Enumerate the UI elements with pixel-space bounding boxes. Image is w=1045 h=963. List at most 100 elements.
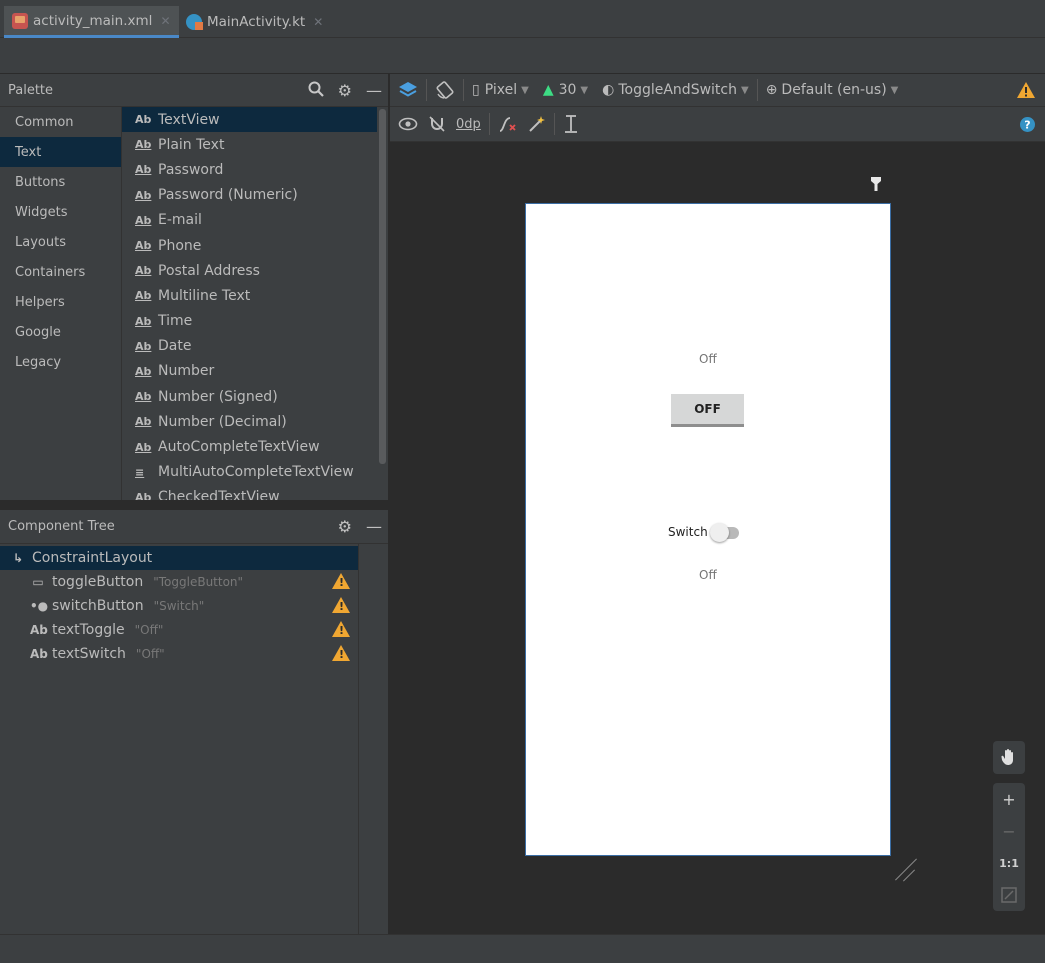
status-bar	[0, 934, 1045, 963]
palette-item-label: Phone	[158, 237, 202, 254]
resize-handle[interactable]	[893, 857, 919, 883]
minimize-icon[interactable]: —	[366, 518, 382, 535]
palette-item[interactable]: Ab Number (Signed)	[122, 384, 377, 409]
warning-icon[interactable]	[332, 621, 350, 637]
preview-text-toggle[interactable]: Off	[699, 352, 717, 366]
palette-item-label: Number (Decimal)	[158, 413, 287, 430]
palette-category-text[interactable]: Text	[0, 137, 121, 167]
preview-toggle-button[interactable]: OFF	[671, 394, 744, 427]
palette-item[interactable]: Ab Plain Text	[122, 132, 377, 157]
text-widget-icon: Ab	[135, 339, 152, 353]
tree-node-text: "Switch"	[153, 599, 205, 613]
orientation-icon[interactable]	[435, 80, 455, 100]
search-icon[interactable]	[308, 81, 324, 100]
scrollbar-thumb[interactable]	[379, 109, 386, 464]
palette-item-label: Plain Text	[158, 136, 225, 153]
zoom-in-button[interactable]: +	[993, 783, 1025, 815]
tab-main-activity[interactable]: MainActivity.kt ✕	[178, 6, 331, 38]
palette-item[interactable]: Ab Phone	[122, 233, 377, 258]
palette-category-layouts[interactable]: Layouts	[0, 227, 121, 257]
warning-icon[interactable]	[332, 645, 350, 661]
gear-icon[interactable]: ⚙	[338, 82, 352, 99]
text-widget-icon: Ab	[135, 188, 152, 202]
palette-category-containers[interactable]: Containers	[0, 257, 121, 287]
default-margin-selector[interactable]: 0dp	[456, 117, 481, 132]
palette-scrollbar[interactable]	[377, 107, 388, 500]
text-widget-icon: Ab	[135, 163, 152, 177]
infer-constraints-icon[interactable]	[528, 115, 546, 133]
palette-item-label: CheckedTextView	[158, 489, 280, 500]
device-label: Pixel	[484, 82, 518, 98]
clear-constraints-icon[interactable]	[498, 115, 518, 133]
text-view-icon: Ab	[30, 647, 48, 661]
api-label: 30	[558, 82, 577, 98]
tree-node-switch-button[interactable]: •● switchButton "Switch"	[0, 594, 358, 618]
palette-item-label: Date	[158, 338, 192, 355]
tab-label: activity_main.xml	[33, 12, 153, 29]
device-selector[interactable]: ▯ Pixel ▼	[472, 82, 529, 98]
warning-icon[interactable]	[332, 573, 350, 589]
palette-item[interactable]: Ab AutoCompleteTextView	[122, 434, 377, 459]
palette-item[interactable]: Ab CheckedTextView	[122, 485, 377, 500]
gear-icon[interactable]: ⚙	[338, 518, 352, 535]
palette-category-legacy[interactable]: Legacy	[0, 347, 121, 377]
palette-categories: Common Text Buttons Widgets Layouts Cont…	[0, 107, 121, 500]
text-widget-icon: Ab	[135, 364, 152, 378]
palette-category-common[interactable]: Common	[0, 107, 121, 137]
chevron-down-icon: ▼	[580, 84, 589, 96]
chevron-down-icon: ▼	[740, 84, 749, 96]
palette-item[interactable]: Ab Password (Numeric)	[122, 183, 377, 208]
tab-activity-main[interactable]: activity_main.xml ✕	[4, 6, 179, 38]
device-preview[interactable]: Off OFF Switch Off	[525, 203, 891, 856]
warning-icon[interactable]	[1017, 82, 1035, 98]
layers-icon[interactable]	[398, 81, 418, 99]
separator	[756, 79, 758, 101]
palette-item[interactable]: Ab E-mail	[122, 208, 377, 233]
autoconnect-icon[interactable]	[428, 115, 446, 133]
separator	[426, 79, 427, 101]
palette-item-label: AutoCompleteTextView	[158, 439, 320, 456]
palette-item[interactable]: ≡ MultiAutoCompleteTextView	[122, 460, 377, 485]
zoom-actual-size-button[interactable]: 1:1	[993, 847, 1025, 879]
autocomplete-icon: Ab	[135, 440, 152, 454]
palette-item[interactable]: Ab Time	[122, 309, 377, 334]
palette-category-widgets[interactable]: Widgets	[0, 197, 121, 227]
tree-node-toggle-button[interactable]: ▭ toggleButton "ToggleButton"	[0, 570, 358, 594]
theme-selector[interactable]: ◐ ToggleAndSwitch ▼	[602, 82, 749, 98]
palette-item[interactable]: Ab Multiline Text	[122, 283, 377, 308]
pan-tool[interactable]	[993, 741, 1025, 774]
text-widget-icon: Ab	[135, 239, 152, 253]
view-options-icon[interactable]	[398, 116, 418, 132]
preview-switch-label[interactable]: Switch	[668, 525, 708, 539]
preview-switch-thumb[interactable]	[710, 523, 729, 542]
api-selector[interactable]: ▲ 30 ▼	[543, 82, 588, 98]
palette-item[interactable]: Ab Number	[122, 359, 377, 384]
guidelines-icon[interactable]	[563, 114, 579, 134]
preview-text-switch[interactable]: Off	[699, 568, 717, 582]
close-icon[interactable]: ✕	[160, 14, 170, 28]
close-icon[interactable]: ✕	[313, 15, 323, 29]
palette-category-google[interactable]: Google	[0, 317, 121, 347]
palette-category-helpers[interactable]: Helpers	[0, 287, 121, 317]
minimize-icon[interactable]: —	[366, 82, 382, 99]
warning-icon[interactable]	[332, 597, 350, 613]
tree-node-text-switch[interactable]: Ab textSwitch "Off"	[0, 642, 358, 666]
tree-node-constraint-layout[interactable]: ↳ ConstraintLayout	[0, 546, 358, 570]
component-tree: ↳ ConstraintLayout ▭ toggleButton "Toggl…	[0, 544, 358, 934]
help-icon[interactable]: ?	[1020, 116, 1035, 132]
panel-splitter[interactable]	[0, 500, 388, 510]
palette-category-buttons[interactable]: Buttons	[0, 167, 121, 197]
tree-node-text-toggle[interactable]: Ab textToggle "Off"	[0, 618, 358, 642]
pin-icon[interactable]	[870, 176, 882, 196]
locale-selector[interactable]: ⊕ Default (en-us) ▼	[766, 82, 899, 98]
palette-item[interactable]: Ab Number (Decimal)	[122, 409, 377, 434]
tree-node-label: textSwitch	[52, 646, 126, 662]
palette-item-label: TextView	[158, 111, 220, 128]
palette-item[interactable]: Ab Date	[122, 334, 377, 359]
palette-item[interactable]: Ab Postal Address	[122, 258, 377, 283]
zoom-out-button[interactable]: −	[993, 815, 1025, 847]
palette-item[interactable]: Ab TextView	[122, 107, 377, 133]
palette-item[interactable]: Ab Password	[122, 157, 377, 182]
hand-icon[interactable]	[993, 741, 1025, 773]
zoom-to-fit-icon[interactable]	[993, 879, 1025, 911]
